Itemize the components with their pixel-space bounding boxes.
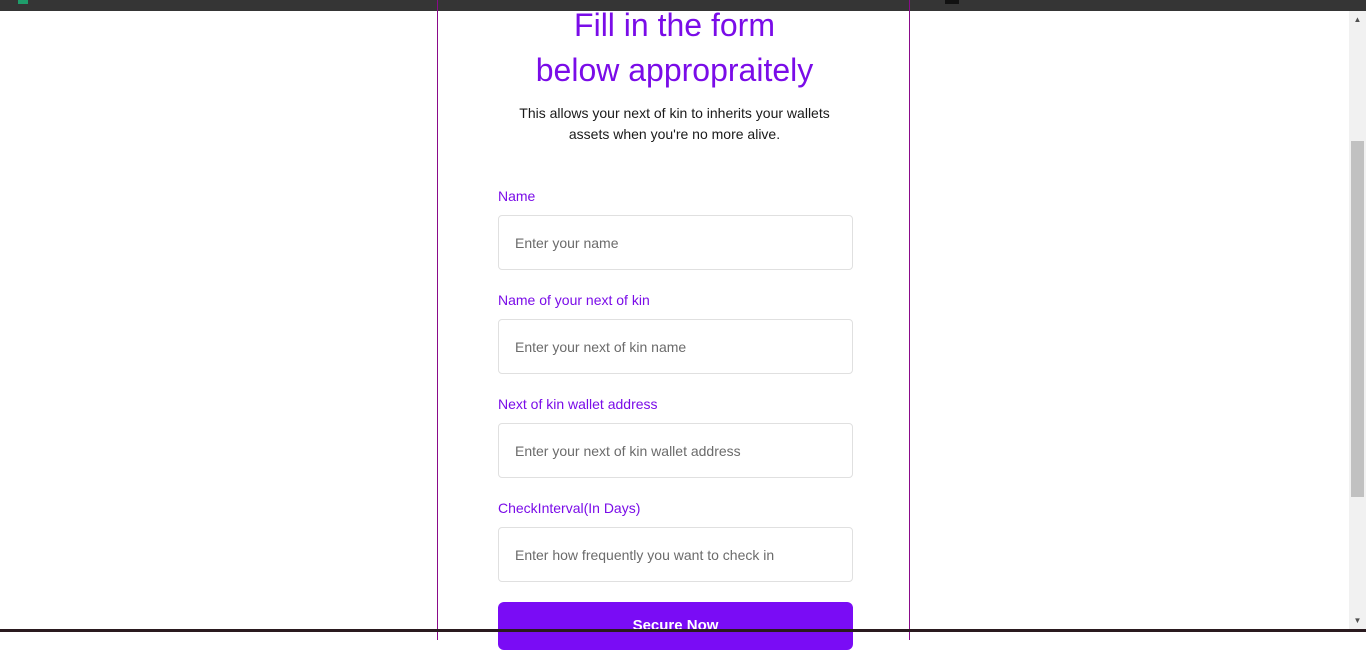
form-subtitle-line-2: assets when you're no more alive. — [568, 126, 781, 142]
form-subtitle-line-1: This allows your next of kin to inherits… — [519, 105, 830, 121]
top-bar-fragment — [18, 0, 28, 4]
top-bar-fragment — [945, 0, 959, 4]
form-title-line-1: Fill in the form — [574, 7, 775, 43]
secure-now-button[interactable]: Secure Now — [498, 602, 853, 650]
form-subtitle: This allows your next of kin to inherits… — [438, 103, 911, 145]
scrollbar-thumb[interactable] — [1351, 141, 1364, 497]
wallet-address-input[interactable] — [498, 423, 853, 478]
wallet-address-label: Next of kin wallet address — [498, 396, 658, 412]
scroll-up-arrow-icon[interactable]: ▲ — [1349, 11, 1366, 28]
form-card: Fill in the form below appropraitely Thi… — [437, 0, 911, 650]
next-of-kin-name-input[interactable] — [498, 319, 853, 374]
name-input[interactable] — [498, 215, 853, 270]
check-interval-input[interactable] — [498, 527, 853, 582]
name-label: Name — [498, 188, 536, 204]
next-of-kin-name-label: Name of your next of kin — [498, 292, 650, 308]
page-scrollbar[interactable]: ▲ ▼ — [1349, 11, 1366, 629]
check-interval-label: CheckInterval(In Days) — [498, 500, 641, 516]
form-title-line-2: below appropraitely — [535, 52, 814, 88]
scroll-down-arrow-icon[interactable]: ▼ — [1349, 612, 1366, 629]
